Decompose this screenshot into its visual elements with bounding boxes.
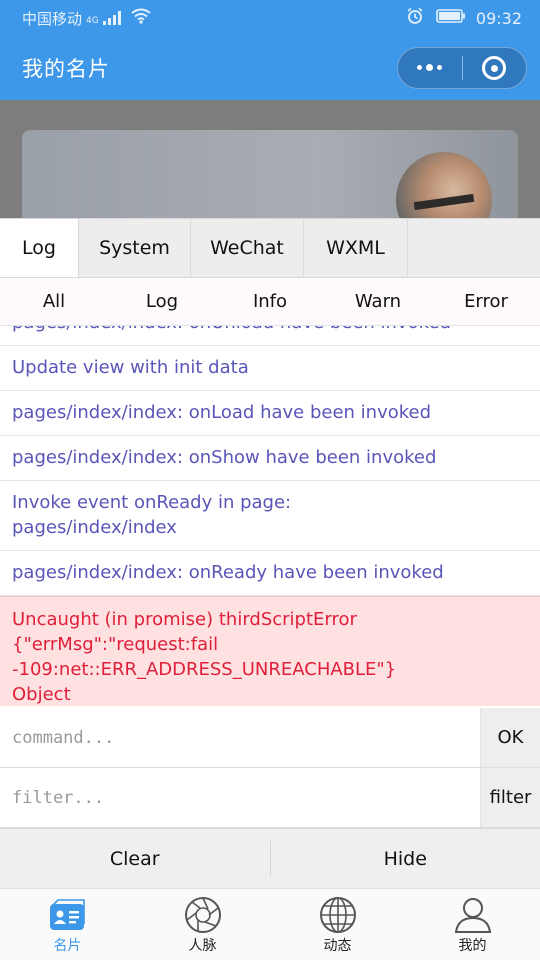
- tabbar-label: 我的: [458, 938, 487, 954]
- tab-wechat[interactable]: WeChat: [191, 219, 304, 277]
- top-bar: 中国移动 4G 09:32 我的名片: [0, 0, 540, 100]
- error-line: Object: [12, 684, 71, 705]
- person-icon: [453, 895, 493, 935]
- page-title: 我的名片: [22, 57, 110, 81]
- filter-field-wrap: [0, 768, 480, 827]
- nav-bar: 我的名片: [0, 36, 540, 100]
- tab-wxml[interactable]: WXML: [304, 219, 408, 277]
- filter-info[interactable]: Info: [216, 278, 324, 325]
- tabbar-item-contacts[interactable]: 人脉: [135, 889, 270, 960]
- filter-log[interactable]: Log: [108, 278, 216, 325]
- clear-button[interactable]: Clear: [0, 829, 270, 888]
- carrier-label: 中国移动: [22, 9, 83, 28]
- tabbar-label: 人脉: [188, 938, 217, 954]
- target-icon: [482, 56, 507, 80]
- ok-button[interactable]: OK: [480, 708, 540, 767]
- error-line: Uncaught (in promise) thirdScriptError: [12, 609, 357, 630]
- log-list[interactable]: pages/index/index: onUnload have been in…: [0, 326, 540, 706]
- clock-time: 09:32: [475, 8, 522, 28]
- status-bar: 中国移动 4G 09:32: [0, 0, 540, 36]
- error-log-entry: Uncaught (in promise) thirdScriptError {…: [0, 596, 540, 706]
- tabbar-label: 名片: [53, 938, 82, 954]
- log-entry: Invoke event onReady in page: pages/inde…: [0, 481, 540, 551]
- hide-button[interactable]: Hide: [271, 829, 540, 888]
- debug-console-panel: Log System WeChat WXML All Log Info Warn…: [0, 218, 540, 888]
- command-field-wrap: [0, 708, 480, 767]
- mini-program-capsule: [397, 47, 527, 89]
- battery-icon: [436, 8, 466, 28]
- log-entry: pages/index/index: onUnload have been in…: [0, 326, 540, 346]
- filter-error[interactable]: Error: [432, 278, 540, 325]
- tabbar-item-card[interactable]: 名片: [0, 889, 135, 960]
- error-line: {"errMsg":"request:fail: [12, 634, 219, 655]
- error-line: -109:net::ERR_ADDRESS_UNREACHABLE"}: [12, 659, 397, 680]
- filter-all[interactable]: All: [0, 278, 108, 325]
- aperture-icon: [183, 895, 223, 935]
- more-button[interactable]: [398, 48, 462, 88]
- alarm-icon: [406, 7, 424, 29]
- tabbar-item-feed[interactable]: 动态: [270, 889, 405, 960]
- log-entry: pages/index/index: onLoad have been invo…: [0, 391, 540, 436]
- log-entry: pages/index/index: onShow have been invo…: [0, 436, 540, 481]
- card-icon: [48, 895, 88, 935]
- console-actions: Clear Hide: [0, 828, 540, 888]
- signal-icon: [102, 11, 121, 25]
- tab-system[interactable]: System: [79, 219, 191, 277]
- command-row: OK: [0, 708, 540, 768]
- close-mini-program-button[interactable]: [463, 48, 527, 88]
- network-type-label: 4G: [86, 15, 99, 26]
- tabbar-item-me[interactable]: 我的: [405, 889, 540, 960]
- filter-button[interactable]: filter: [480, 768, 540, 827]
- command-input[interactable]: [12, 727, 480, 748]
- tabbar-label: 动态: [323, 938, 352, 954]
- log-entry: Update view with init data: [0, 346, 540, 391]
- page-overlay: [0, 100, 540, 248]
- console-tabs: Log System WeChat WXML: [0, 218, 540, 278]
- filter-row: filter: [0, 768, 540, 828]
- wifi-icon: [131, 8, 151, 28]
- globe-icon: [318, 895, 358, 935]
- bottom-tab-bar: 名片 人脉 动态 我的: [0, 888, 540, 960]
- status-right: 09:32: [406, 7, 522, 29]
- log-line: pages/index/index: [12, 517, 177, 538]
- log-entry: pages/index/index: onReady have been inv…: [0, 551, 540, 596]
- tab-log[interactable]: Log: [0, 219, 79, 277]
- status-left: 中国移动 4G: [22, 8, 151, 29]
- log-level-filters: All Log Info Warn Error: [0, 278, 540, 326]
- filter-input[interactable]: [12, 787, 480, 808]
- log-line: Invoke event onReady in page:: [12, 492, 292, 513]
- more-dots-icon: [417, 64, 443, 71]
- filter-warn[interactable]: Warn: [324, 278, 432, 325]
